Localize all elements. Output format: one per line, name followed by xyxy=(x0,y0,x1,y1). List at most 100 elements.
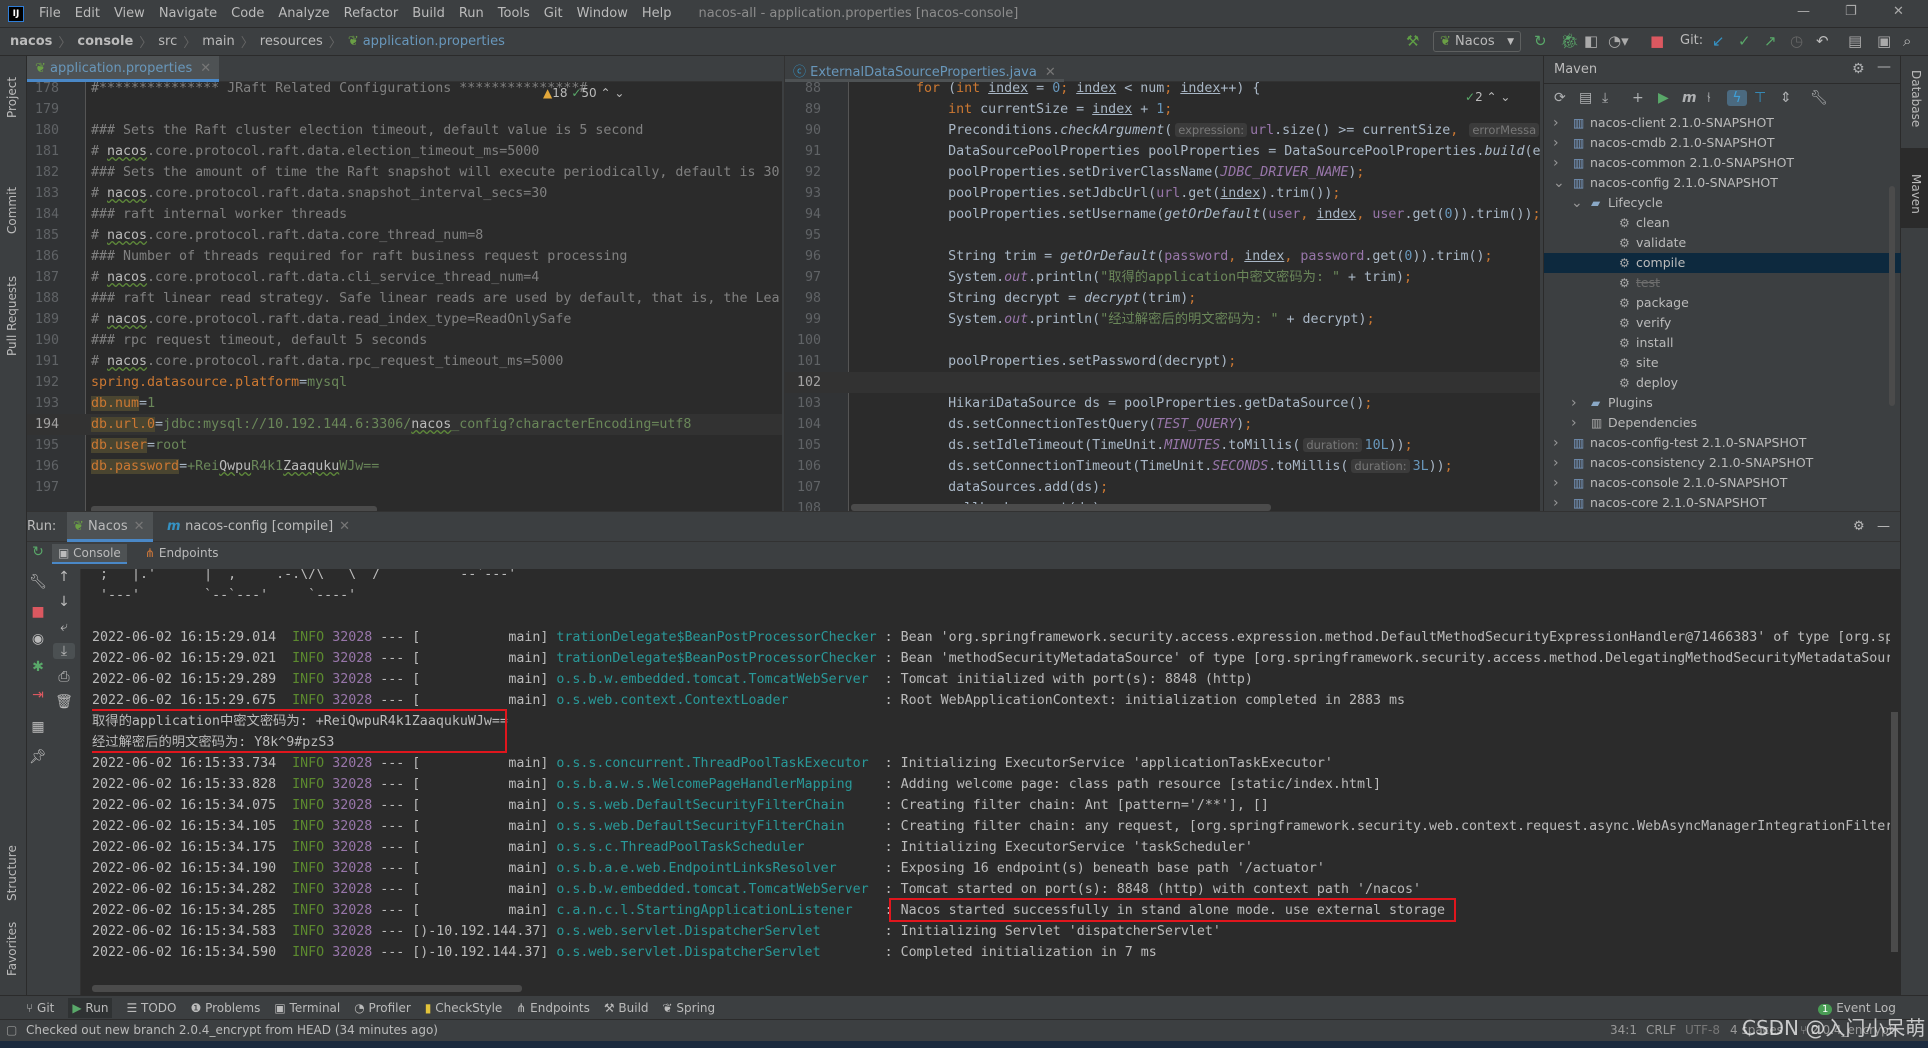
maven-tree-item[interactable]: ⚙ deploy xyxy=(1544,373,1901,393)
build-hammer-icon[interactable]: ⚒ xyxy=(1406,33,1419,49)
maven-tree-item[interactable]: › ▥ nacos-config-test 2.1.0-SNAPSHOT xyxy=(1544,433,1901,453)
run-tab-nacos[interactable]: ❦ Nacos ✕ xyxy=(67,512,153,542)
maven-tree-item[interactable]: › ▥ nacos-cmdb 2.1.0-SNAPSHOT xyxy=(1544,133,1901,153)
git-commit-icon[interactable]: ✓ xyxy=(1738,33,1751,49)
skip-tests-icon[interactable]: ϟ xyxy=(1727,90,1747,106)
console-horizontal-scrollbar[interactable] xyxy=(92,985,522,992)
breadcrumb-file[interactable]: application.properties xyxy=(363,34,505,49)
maven-tree-item[interactable]: ⚙ site xyxy=(1544,353,1901,373)
line-separator[interactable]: CRLF xyxy=(1646,1023,1676,1037)
tool-tab-run[interactable]: ▶ Run xyxy=(68,997,113,1018)
profile-icon[interactable]: ◔▾ xyxy=(1608,33,1629,49)
modify-run-configuration-icon[interactable]: 🔧︎ xyxy=(27,574,49,590)
show-dependencies-icon[interactable]: ⊤ xyxy=(1754,90,1766,106)
close-tab-icon[interactable]: ✕ xyxy=(134,519,145,534)
next-highlight-icon[interactable]: ⌄ xyxy=(1500,90,1510,104)
up-the-stack-icon[interactable]: ↑ xyxy=(53,569,75,585)
collapse-all-icon[interactable]: ⇕ xyxy=(1780,90,1792,106)
maven-tree-item[interactable]: › ▰ Plugins xyxy=(1544,393,1901,413)
properties-editor[interactable]: ❦ application.properties ✕ 178 #**********… xyxy=(27,56,782,511)
maven-tree-item[interactable]: › ▥ nacos-core 2.1.0-SNAPSHOT xyxy=(1544,493,1901,513)
previous-highlight-icon[interactable]: ⌃ xyxy=(601,86,611,100)
maven-settings-wrench-icon[interactable]: 🔧︎ xyxy=(1810,90,1828,106)
subtab-console[interactable]: ▣ Console xyxy=(52,544,127,564)
close-window-button[interactable]: ✕ xyxy=(1893,4,1904,19)
menu-edit[interactable]: Edit xyxy=(68,6,107,21)
pin-tab-icon[interactable]: 📌︎ xyxy=(27,749,49,765)
structure-tool-button[interactable]: Structure xyxy=(5,845,19,901)
maven-tree-item[interactable]: › ▥ nacos-console 2.1.0-SNAPSHOT xyxy=(1544,473,1901,493)
maven-tree-item[interactable]: ⚙ compile xyxy=(1544,253,1901,273)
layout-icon[interactable]: ▦ xyxy=(27,719,49,735)
favorites-tool-button[interactable]: Favorites xyxy=(5,922,19,976)
menu-tools[interactable]: Tools xyxy=(491,6,537,21)
commit-tool-button[interactable]: Commit xyxy=(5,187,19,234)
breadcrumb-main[interactable]: main xyxy=(202,34,234,49)
tool-tab-endpoints[interactable]: ⋔ Endpoints xyxy=(516,1001,590,1015)
hide-panel-icon[interactable]: — xyxy=(1877,512,1890,542)
maven-tree-item[interactable]: › ▥ nacos-consistency 2.1.0-SNAPSHOT xyxy=(1544,453,1901,473)
menu-git[interactable]: Git xyxy=(537,6,570,21)
debug-restart-icon[interactable]: ✱ xyxy=(27,659,49,675)
git-history-icon[interactable]: ◷ xyxy=(1790,33,1803,49)
code-area[interactable]: 178 #*************** JRaft Related Config… xyxy=(27,78,782,498)
rerun-icon[interactable]: ↻ xyxy=(27,544,49,560)
toggle-offline-mode-icon[interactable]: ⫮ xyxy=(1707,90,1711,106)
tool-tab-problems[interactable]: ❶ Problems xyxy=(190,1001,260,1015)
close-tab-icon[interactable]: ✕ xyxy=(339,519,350,534)
tool-tab-todo[interactable]: ☰ TODO xyxy=(126,1001,176,1015)
code-area[interactable]: 88 for (int index = 0; index < num; inde… xyxy=(785,78,1540,511)
debug-icon[interactable]: 🐞︎ xyxy=(1560,33,1579,49)
breadcrumb-console[interactable]: console xyxy=(77,34,133,49)
scroll-to-end-icon[interactable]: ⤓ xyxy=(53,643,75,659)
minimize-window-button[interactable]: — xyxy=(1797,4,1810,19)
breadcrumb-resources[interactable]: resources xyxy=(260,34,323,49)
status-message[interactable]: Checked out new branch 2.0.4_encrypt fro… xyxy=(26,1023,438,1037)
previous-highlight-icon[interactable]: ⌃ xyxy=(1487,90,1497,104)
dump-threads-camera-icon[interactable]: ◉ xyxy=(27,631,49,647)
maven-tree-item[interactable]: ⌄ ▥ nacos-config 2.1.0-SNAPSHOT xyxy=(1544,173,1901,193)
menu-run[interactable]: Run xyxy=(452,6,491,21)
menu-window[interactable]: Window xyxy=(570,6,635,21)
maven-tree-item[interactable]: ⚙ clean xyxy=(1544,213,1901,233)
reload-projects-icon[interactable]: ⟳ xyxy=(1554,90,1566,106)
hide-panel-icon[interactable]: — xyxy=(1877,59,1891,75)
exit-icon[interactable]: ⇥ xyxy=(27,687,49,703)
presentation-mode-icon[interactable]: ▣ xyxy=(1877,33,1891,49)
tool-tab-spring[interactable]: ❦ Spring xyxy=(663,1001,716,1015)
menu-build[interactable]: Build xyxy=(405,6,452,21)
clear-all-trash-icon[interactable]: 🗑︎ xyxy=(53,694,75,710)
tool-tab-build[interactable]: ⚒ Build xyxy=(604,1001,649,1015)
close-tab-icon[interactable]: ✕ xyxy=(200,61,211,76)
breadcrumb-src[interactable]: src xyxy=(158,34,177,49)
console-output[interactable]: ; |.' | , .-.\/\ \ / --`---' '---' `--`-… xyxy=(92,569,1890,975)
file-encoding[interactable]: UTF-8 xyxy=(1685,1023,1720,1037)
maven-tree-item[interactable]: ⚙ verify xyxy=(1544,313,1901,333)
status-toggle-icon[interactable]: ▢ xyxy=(6,1023,17,1037)
maven-tree-item[interactable]: › ▥ nacos-client 2.1.0-SNAPSHOT xyxy=(1544,113,1901,133)
maven-tree-item[interactable]: ⚙ test xyxy=(1544,273,1901,293)
down-the-stack-icon[interactable]: ↓ xyxy=(53,594,75,610)
inspection-widget[interactable]: ▲18 ✓50 ⌃ ⌄ xyxy=(543,86,624,100)
project-tool-button[interactable]: Project xyxy=(5,77,19,118)
rerun-icon[interactable]: ↻ xyxy=(1534,33,1547,49)
menu-view[interactable]: View xyxy=(107,6,152,21)
inspection-widget[interactable]: ✓2 ⌃ ⌄ xyxy=(1465,90,1510,104)
restore-window-button[interactable]: ❐ xyxy=(1845,4,1857,19)
pull-requests-tool-button[interactable]: Pull Requests xyxy=(5,276,19,356)
run-configuration-dropdown[interactable]: ❦ Nacos ▼ xyxy=(1433,31,1521,52)
run-maven-build-icon[interactable]: ▶ xyxy=(1658,90,1669,106)
menu-file[interactable]: File xyxy=(32,6,68,21)
execute-maven-goal-icon[interactable]: m xyxy=(1682,90,1697,106)
menu-analyze[interactable]: Analyze xyxy=(271,6,336,21)
download-sources-icon[interactable]: ⤓ xyxy=(1602,90,1608,106)
maven-tree-item[interactable]: › ▥ nacos-common 2.1.0-SNAPSHOT xyxy=(1544,153,1901,173)
menu-code[interactable]: Code xyxy=(224,6,271,21)
maven-tree-item[interactable]: › ▥ Dependencies xyxy=(1544,413,1901,433)
subtab-endpoints[interactable]: ⋔ Endpoints xyxy=(145,546,219,560)
search-everywhere-icon[interactable]: ⌕ xyxy=(1903,33,1911,49)
caret-position[interactable]: 34:1 xyxy=(1610,1023,1637,1037)
breadcrumb-nacos[interactable]: nacos xyxy=(10,34,52,49)
java-editor[interactable]: ⓒ ExternalDataSourceProperties.java ✕ 88 … xyxy=(784,56,1540,511)
run-tab-nacos-config-compile[interactable]: m nacos-config [compile] ✕ xyxy=(167,512,350,542)
